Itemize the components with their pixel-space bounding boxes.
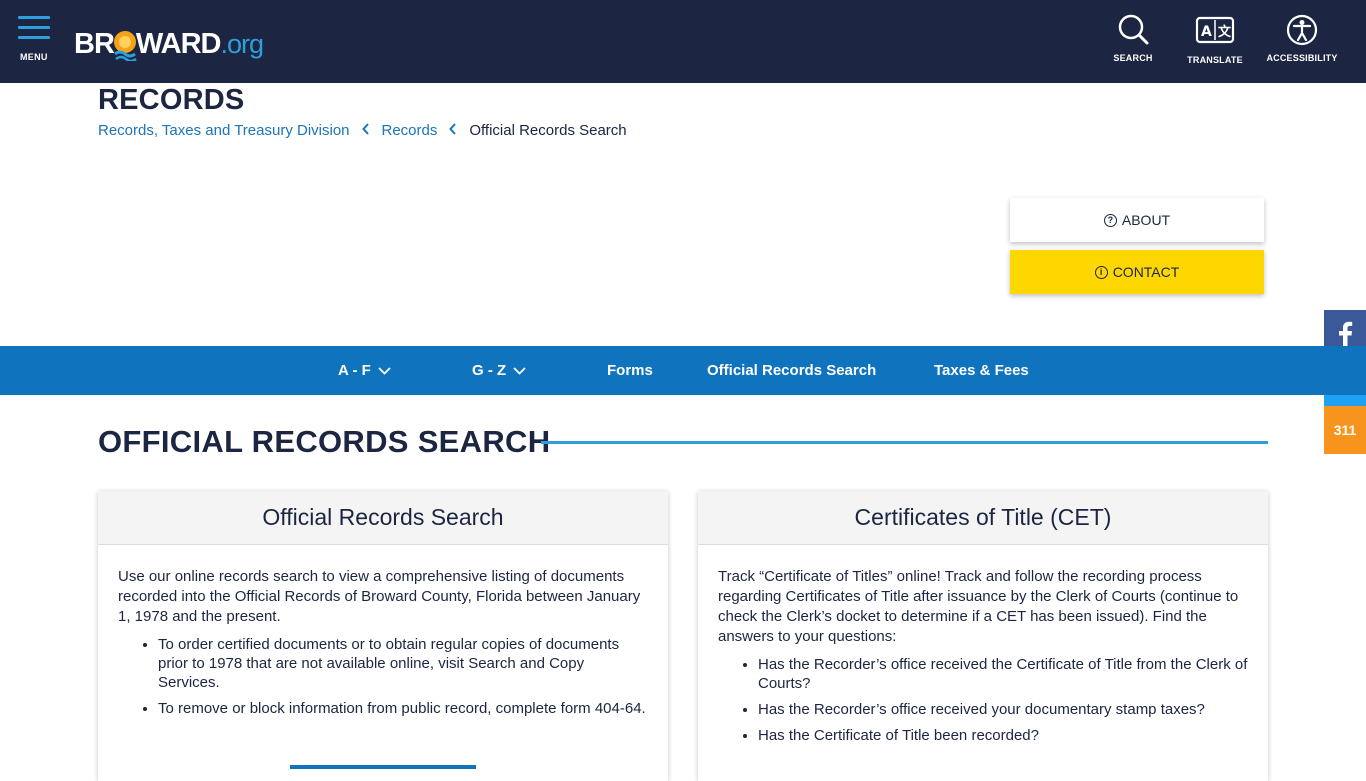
hamburger-icon (18, 16, 50, 19)
translate-icon: A 文 (1195, 16, 1235, 44)
section-divider (541, 441, 1268, 444)
section-title: OFFICIAL RECORDS SEARCH (98, 424, 551, 459)
card-bullet-list: To order certified documents or to obtai… (158, 635, 648, 718)
nav-a-f[interactable]: A - F (338, 346, 391, 395)
info-circle-icon: i (1094, 265, 1108, 279)
contact-button[interactable]: i CONTACT (1010, 250, 1264, 294)
chevron-left-icon (449, 123, 457, 138)
list-item: To order certified documents or to obtai… (158, 635, 648, 692)
nav-official-records-search[interactable]: Official Records Search (707, 346, 876, 395)
page-title: RECORDS (98, 84, 245, 116)
accessibility-button[interactable]: ACCESSIBILITY (1262, 14, 1342, 63)
section-nav: A - F G - Z Forms Official Records Searc… (0, 346, 1366, 395)
about-label: ABOUT (1121, 212, 1171, 228)
nav-g-z-label: G - Z (472, 362, 507, 379)
hamburger-icon-bar (18, 26, 50, 29)
breadcrumb-link-division[interactable]: Records, Taxes and Treasury Division (98, 122, 350, 139)
menu-label: MENU (20, 52, 48, 62)
translate-button[interactable]: A 文 TRANSLATE (1183, 14, 1247, 65)
site-header: MENU BR WARD .org SEARCH A 文 TRANSLATE A… (0, 0, 1366, 83)
list-item: Has the Certificate of Title been record… (758, 726, 1248, 745)
chevron-down-icon (513, 362, 526, 379)
card-body: Track “Certificate of Titles” online! Tr… (698, 545, 1268, 745)
sun-logo-icon (112, 29, 138, 63)
hamburger-icon-bar (18, 36, 50, 39)
broward-logo[interactable]: BR WARD .org (74, 24, 265, 64)
logo-text-left: BR (74, 27, 115, 60)
breadcrumb-current: Official Records Search (469, 122, 627, 139)
search-button[interactable]: SEARCH (1108, 14, 1158, 63)
translate-label: TRANSLATE (1187, 55, 1243, 65)
list-item: Has the Recorder’s office received your … (758, 700, 1248, 719)
menu-button[interactable]: MENU (18, 16, 52, 64)
card-title: Certificates of Title (CET) (698, 491, 1268, 545)
chevron-down-icon (378, 362, 391, 379)
svg-text:文: 文 (1218, 24, 1232, 40)
card-intro: Track “Certificate of Titles” online! Tr… (718, 568, 1239, 645)
card-bullet-list: Has the Recorder’s office received the C… (758, 655, 1248, 745)
chevron-left-icon (361, 123, 370, 138)
card-intro: Use our online records search to view a … (118, 568, 641, 625)
card-title: Official Records Search (98, 491, 668, 545)
search-icon (1118, 14, 1149, 45)
nav-a-f-label: A - F (338, 362, 371, 379)
breadcrumb: Records, Taxes and Treasury Division Rec… (98, 122, 627, 139)
nav-forms[interactable]: Forms (607, 346, 653, 395)
card-body: Use our online records search to view a … (98, 545, 668, 718)
logo-text-org: .org (220, 28, 265, 59)
nav-g-z[interactable]: G - Z (472, 346, 526, 395)
facebook-icon (1339, 321, 1353, 348)
311-button[interactable]: 311 (1324, 406, 1366, 454)
search-label: SEARCH (1113, 53, 1153, 63)
nav-taxes-fees[interactable]: Taxes & Fees (934, 346, 1029, 395)
logo-text-mid: WARD (135, 27, 222, 60)
accessibility-icon (1286, 14, 1318, 46)
accessibility-label: ACCESSIBILITY (1266, 53, 1338, 63)
breadcrumb-link-records[interactable]: Records (382, 122, 438, 139)
certificates-of-title-card: Certificates of Title (CET) Track “Certi… (698, 491, 1268, 781)
about-button[interactable]: ? ABOUT (1010, 198, 1264, 242)
search-records-button[interactable] (290, 765, 476, 769)
svg-text:A: A (1201, 24, 1212, 40)
contact-label: CONTACT (1112, 264, 1180, 280)
official-records-card: Official Records Search Use our online r… (98, 491, 668, 781)
list-item: Has the Recorder’s office received the C… (758, 655, 1248, 693)
question-circle-icon: ? (1103, 213, 1117, 227)
list-item: To remove or block information from publ… (158, 699, 648, 718)
